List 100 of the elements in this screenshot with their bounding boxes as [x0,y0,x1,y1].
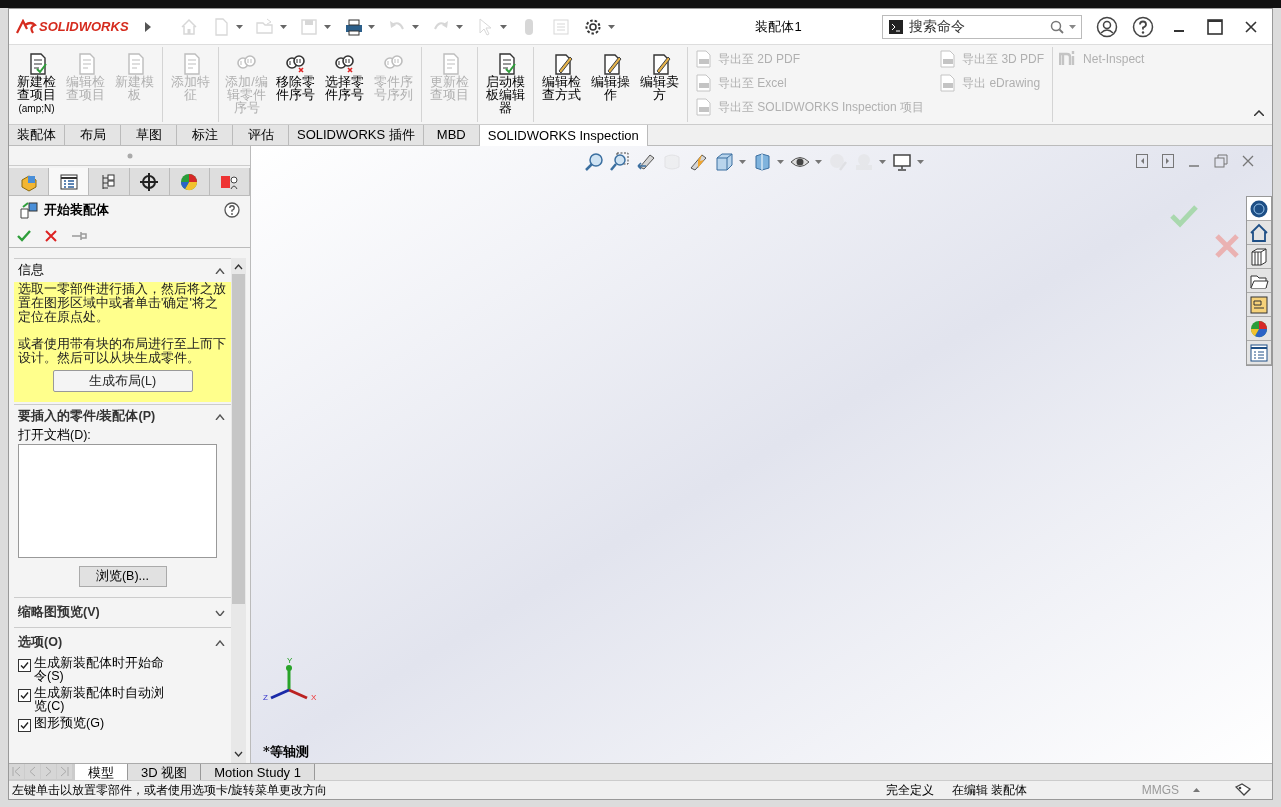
search-icon[interactable] [1050,19,1064,34]
collapse-icon[interactable] [215,413,225,420]
panel-tab[interactable] [129,168,170,195]
monitor-icon[interactable] [892,152,912,172]
help-icon[interactable] [224,202,240,218]
ribbon-tab[interactable]: SOLIDWORKS Inspection [479,124,648,146]
checkbox-option[interactable]: 图形预览(G) [18,717,227,732]
ribbon-button[interactable]: 移除零件序号 [271,47,320,122]
info-text: 选取一零部件进行插入，然后将之放置在图形区域中或者单击'确定'将之定位在原点处。 [18,282,227,324]
caret-icon[interactable] [368,24,375,29]
collapse-ribbon-icon[interactable] [1254,110,1264,116]
create-layout-button[interactable]: 生成布局(L) [52,370,193,392]
field-label: 打开文档(D): [18,428,92,442]
export-document-icon [694,74,712,92]
search-field[interactable]: 搜索命令 [909,16,1050,37]
app-name: SOLIDWORKS [39,17,129,36]
search-box[interactable]: 搜索命令 [882,14,1082,39]
tag-icon[interactable] [1234,783,1252,797]
confirm-check-icon[interactable] [1170,204,1198,228]
caret-icon[interactable] [1069,24,1076,29]
scrollbar-thumb[interactable] [232,274,245,604]
panel-tab[interactable] [49,168,90,195]
ribbon-tab[interactable]: 评估 [233,124,289,145]
ribbon-tab[interactable]: 草图 [121,124,177,145]
previous-view-icon[interactable] [636,152,656,172]
task-pane-tab[interactable] [1247,269,1271,293]
view-orientation-label: *等轴测 [263,742,309,761]
color-ball-icon [1249,318,1269,339]
pushpin-icon[interactable] [71,230,87,241]
panel-left-icon[interactable] [1136,154,1148,168]
model-tab[interactable]: Motion Study 1 [201,764,315,780]
ribbon-button[interactable]: 编辑操作 [586,47,635,122]
panel-handle-icon[interactable] [126,152,133,159]
view-cube-icon[interactable] [714,152,734,172]
checkbox-option[interactable]: 生成新装配体时开始命令(S) [18,657,227,683]
caret-icon[interactable] [739,160,746,164]
color-ball-icon [179,171,200,192]
help-icon[interactable] [1132,15,1154,38]
document-title: 装配体1 [754,17,803,36]
printer-icon[interactable] [343,16,363,37]
cancel-icon[interactable] [45,229,57,242]
ribbon-button[interactable]: 选择零件序号 [320,47,369,122]
checkbox[interactable] [18,719,31,732]
user-account-icon[interactable] [1096,15,1118,38]
export-document-icon [938,50,957,68]
collapse-icon[interactable] [215,267,225,274]
zoom-area-icon[interactable] [610,152,630,172]
browse-button[interactable]: 浏览(B)... [78,566,167,587]
caret-icon[interactable] [777,160,784,164]
ok-check-icon[interactable] [17,229,31,242]
scroll-up-icon[interactable] [234,264,243,270]
status-text: 完全定义 [885,782,935,799]
terminal-icon [889,19,903,34]
task-pane-tab[interactable] [1247,197,1271,221]
globe-icon [1249,198,1269,219]
panel-tab[interactable] [89,168,130,195]
checkbox[interactable] [18,659,31,672]
scrollbar[interactable] [231,258,246,763]
caret-icon[interactable] [917,160,924,164]
scroll-down-icon[interactable] [234,751,243,757]
task-pane-tab[interactable] [1247,341,1271,365]
ribbon-tab[interactable]: SOLIDWORKS 插件 [289,124,424,145]
logo-icon [15,18,37,35]
home-icon [1249,222,1269,243]
status-text: 在编辑 装配体 [951,782,1028,799]
axis-label: Z [263,693,268,702]
model-tab[interactable]: 模型 [75,764,128,780]
open-documents-list[interactable] [18,444,217,558]
ribbon-button[interactable]: 启动模板编辑器 [481,47,530,122]
task-pane-tab[interactable] [1247,317,1271,341]
section-header[interactable]: 要插入的零件/装配体(P) [14,404,231,428]
restore-icon[interactable] [1214,154,1228,168]
ribbon-button[interactable]: 编辑检查方式 [537,47,586,122]
axis-label: Y [287,656,293,665]
collapse-icon[interactable] [215,639,225,646]
ribbon-button[interactable]: 编辑卖方 [635,47,684,122]
panel-title: 开始装配体 [44,201,110,220]
panel-right-icon[interactable] [1162,154,1174,168]
task-pane-tab[interactable] [1247,221,1271,245]
caret-icon[interactable] [815,160,822,164]
ribbon-button[interactable]: 新建检查项目 (amp;N) [12,47,61,122]
crosshair-icon [139,171,160,192]
checkbox[interactable] [18,689,31,702]
property-list-icon [58,171,79,192]
status-message: 左键单击以放置零部件，或者使用选项卡/旋转菜单更改方向 [11,782,329,799]
shaded-box-icon[interactable] [752,152,772,172]
caret-icon[interactable] [608,24,615,29]
property-list-icon [1249,342,1269,363]
expand-arrow-icon[interactable] [145,21,151,32]
caret-icon[interactable] [1193,788,1200,792]
ribbon-tab[interactable]: 布局 [65,124,121,145]
expand-icon[interactable] [215,609,225,616]
ribbon-tab[interactable]: 标注 [177,124,233,145]
checkbox-option[interactable]: 生成新装配体时自动浏览(C) [18,687,227,713]
ribbon-tab[interactable]: 装配体 [9,124,65,145]
model-tab[interactable]: 3D 视图 [128,764,202,780]
info-text: 或者使用带有块的布局进行至上而下设计。然后可以从块生成零件。 [18,337,227,365]
books-icon [1249,246,1269,267]
zoom-to-fit-icon[interactable] [584,152,604,172]
task-pane-tab[interactable] [1247,245,1271,269]
